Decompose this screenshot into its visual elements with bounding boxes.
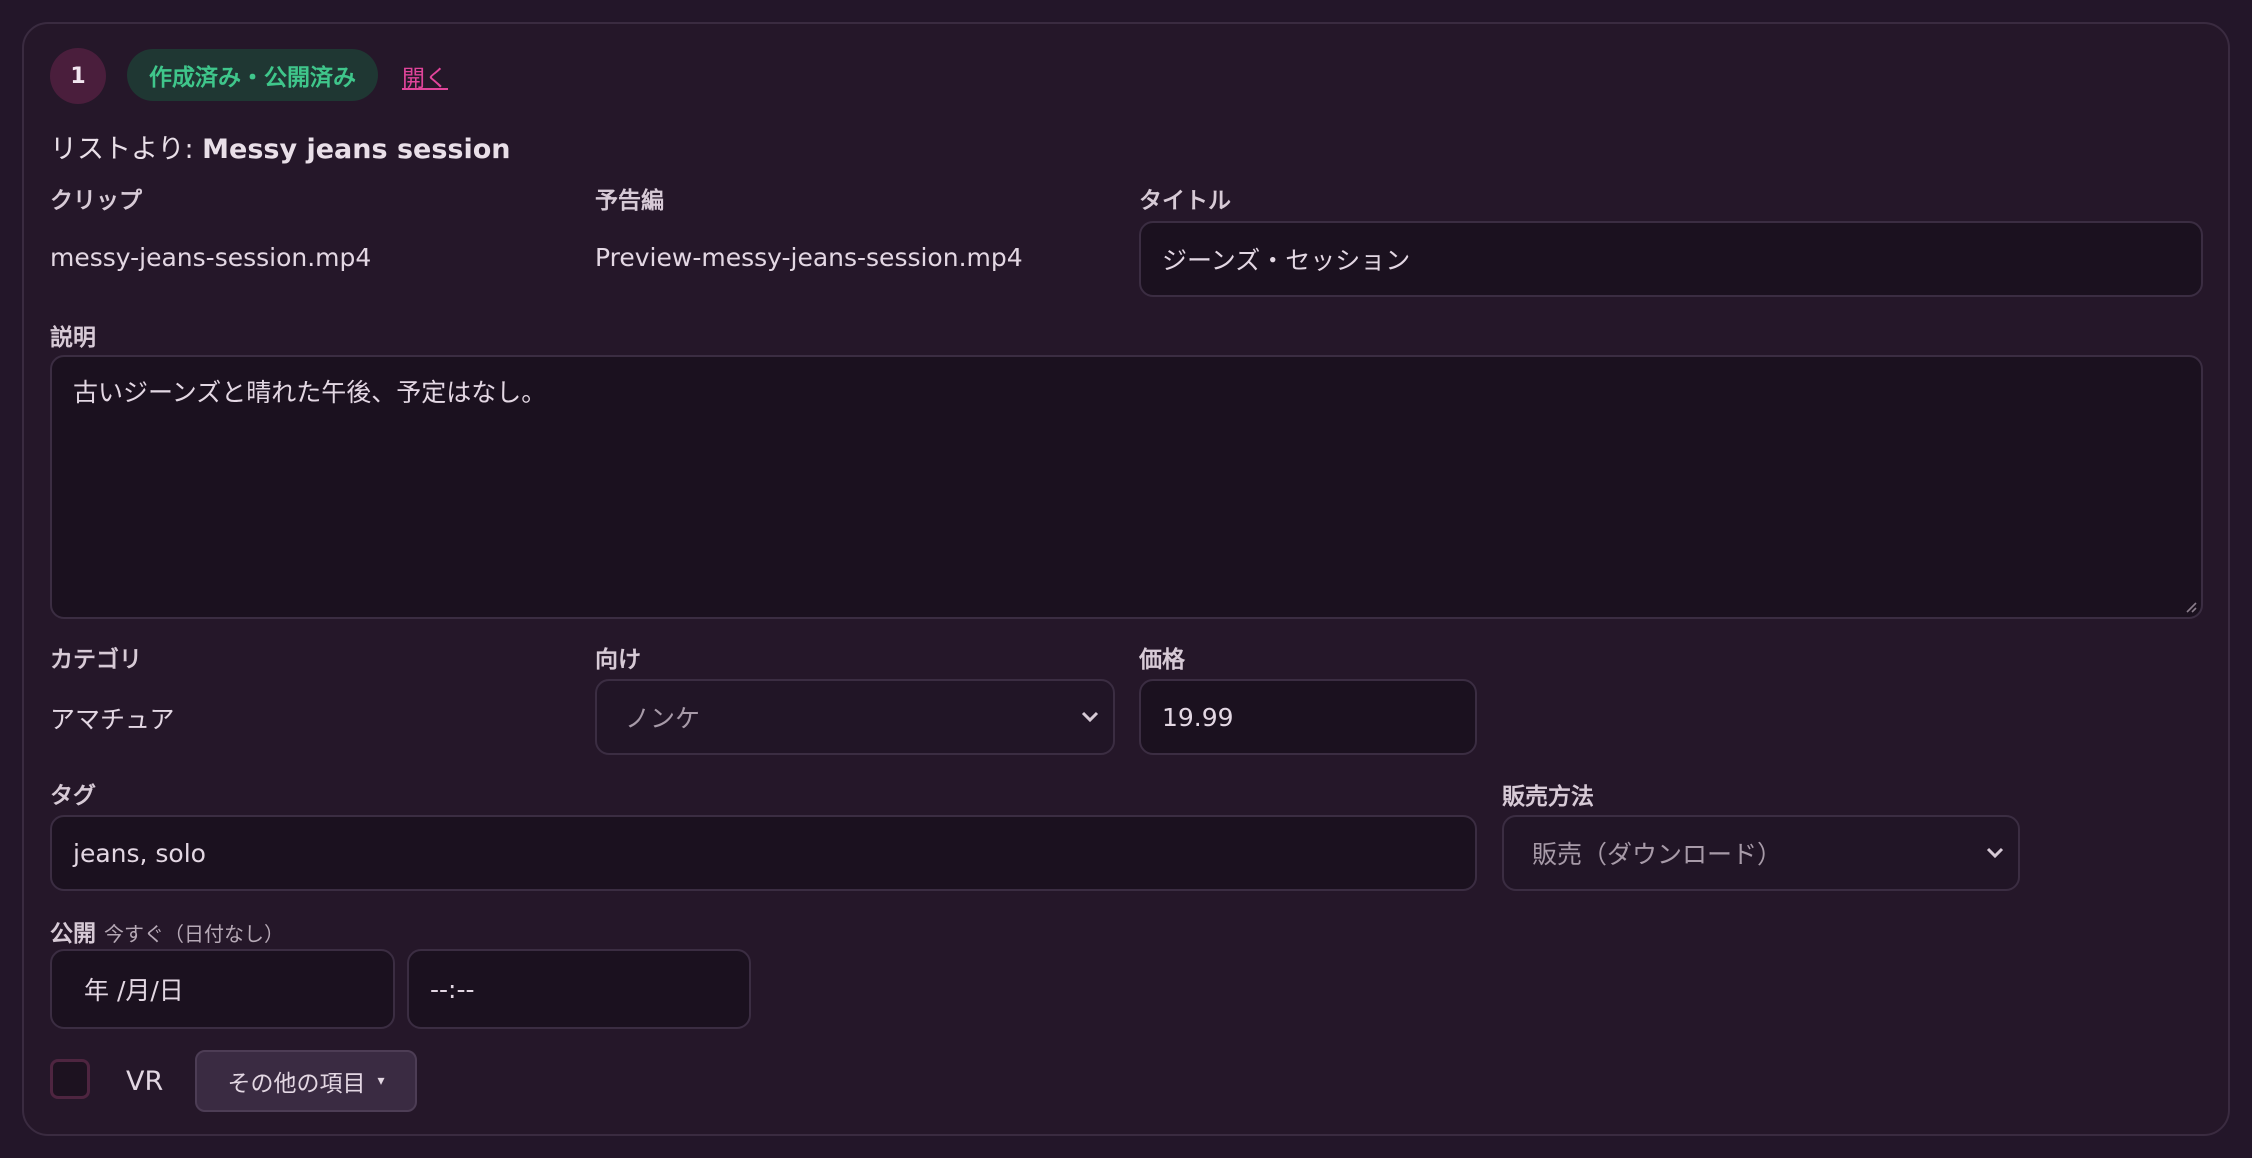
tags-input[interactable]: jeans, solo: [50, 815, 1477, 891]
title-input[interactable]: ジーンズ・セッション: [1139, 221, 2203, 297]
open-link[interactable]: 開く: [402, 59, 448, 93]
publish-date-input[interactable]: 年 /月/日: [50, 949, 395, 1029]
chevron-down-icon: [1081, 711, 1099, 723]
heading-prefix: リストより:: [50, 134, 203, 165]
price-label: 価格: [1139, 647, 1185, 673]
resize-handle-icon[interactable]: [2183, 599, 2197, 613]
audience-label: 向け: [595, 647, 641, 673]
price-input[interactable]: 19.99: [1139, 679, 1477, 755]
sales-method-label: 販売方法: [1502, 784, 1594, 810]
more-fields-label: その他の項目: [227, 1071, 366, 1097]
publish-label-row: 公開 今すぐ（日付なし）: [50, 914, 284, 948]
chevron-down-icon: [1986, 847, 2004, 859]
description-text: 古いジーンズと晴れた午後、予定はなし。: [73, 378, 547, 407]
publish-time-input[interactable]: --:--: [407, 949, 751, 1029]
publish-sub-label: 今すぐ（日付なし）: [104, 922, 284, 946]
trailer-value: Preview-messy-jeans-session.mp4: [595, 243, 1023, 272]
trailer-label: 予告編: [595, 188, 664, 214]
caret-down-icon: ▾: [377, 1073, 385, 1089]
item-heading: リストより: Messy jeans session: [50, 127, 511, 166]
description-textarea[interactable]: 古いジーンズと晴れた午後、予定はなし。: [50, 355, 2203, 619]
sales-method-selected: 販売（ダウンロード）: [1532, 840, 1783, 869]
vr-label: VR: [126, 1066, 164, 1097]
more-fields-button[interactable]: その他の項目 ▾: [195, 1050, 417, 1112]
category-value: アマチュア: [50, 705, 175, 734]
clip-value: messy-jeans-session.mp4: [50, 243, 372, 272]
heading-name: Messy jeans session: [202, 134, 511, 165]
category-label: カテゴリ: [50, 647, 142, 673]
sales-method-select[interactable]: 販売（ダウンロード）: [1502, 815, 2020, 891]
clip-label: クリップ: [50, 188, 142, 214]
audience-select[interactable]: ノンケ: [595, 679, 1115, 755]
description-label: 説明: [50, 325, 96, 351]
item-number-badge: 1: [50, 48, 106, 104]
publish-label: 公開: [50, 921, 96, 947]
vr-checkbox[interactable]: [50, 1059, 90, 1099]
status-badge: 作成済み・公開済み: [127, 49, 378, 101]
title-label: タイトル: [1139, 188, 1231, 214]
audience-selected: ノンケ: [625, 704, 701, 733]
tags-label: タグ: [50, 783, 96, 809]
